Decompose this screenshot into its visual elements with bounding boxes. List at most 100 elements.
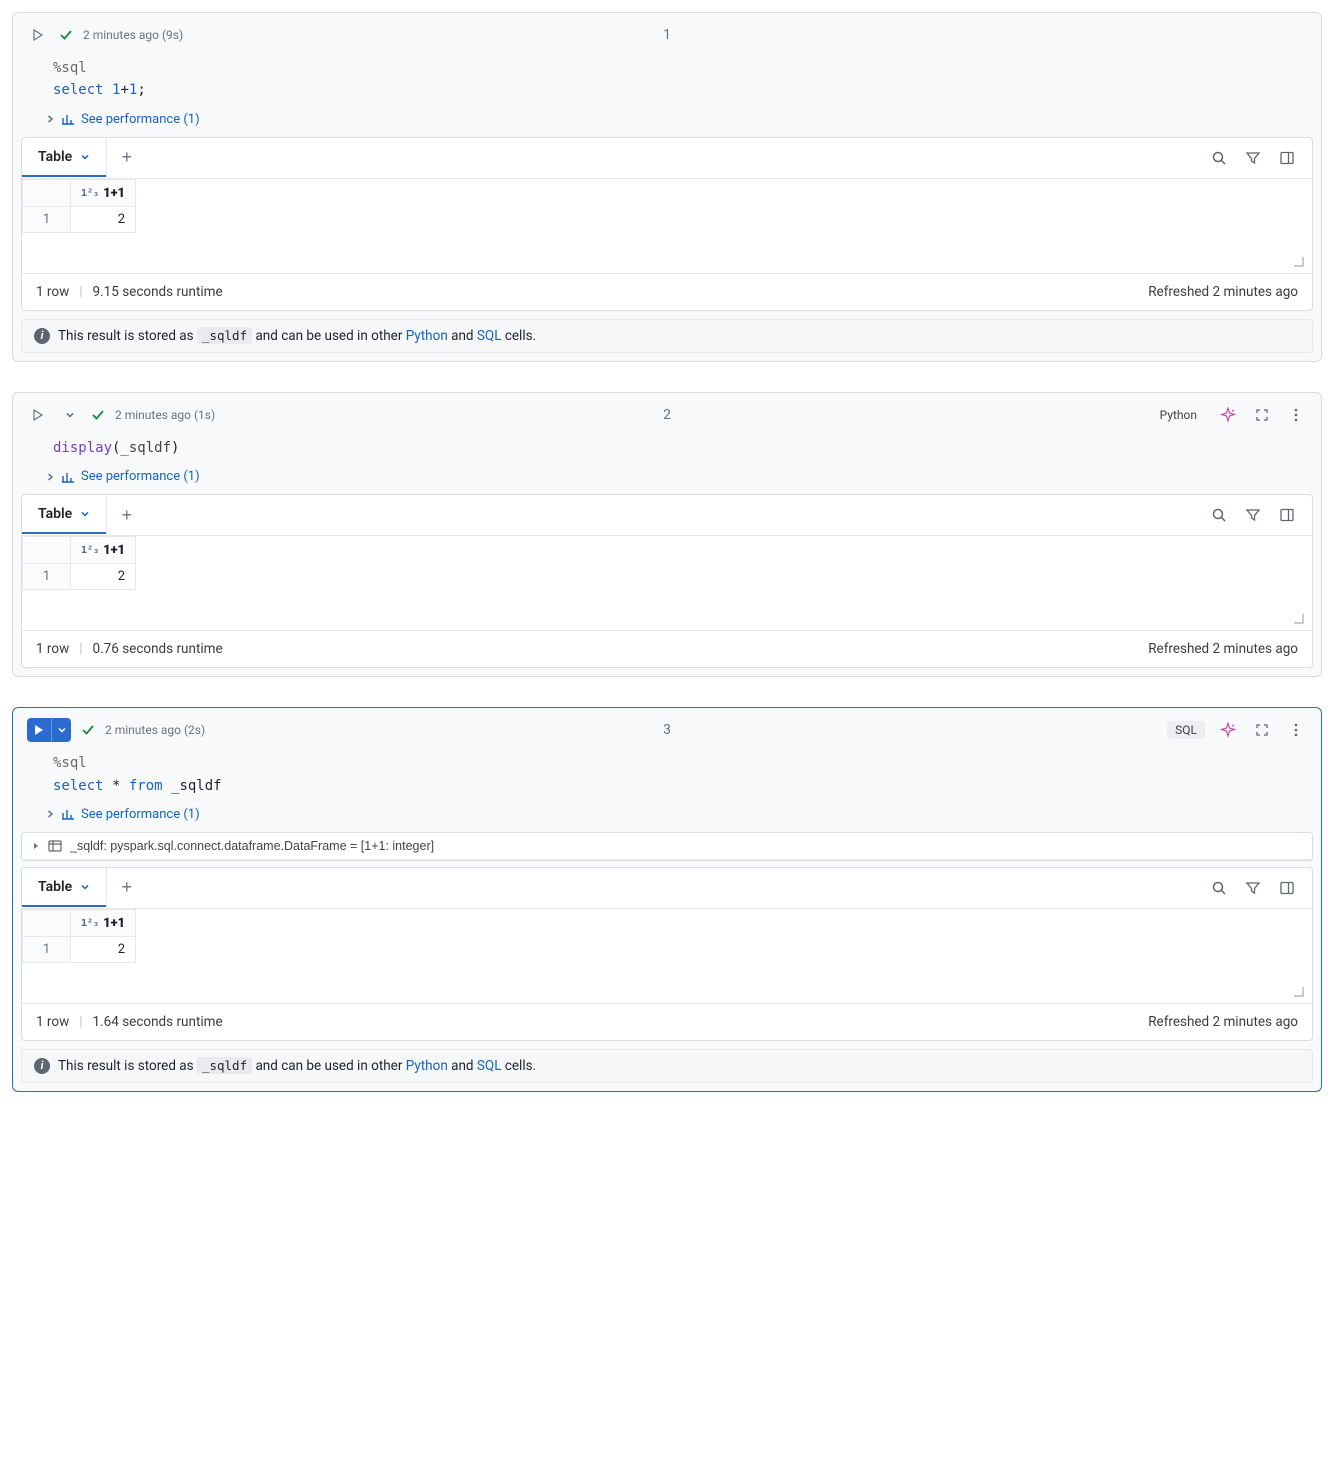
number-type-icon: 1²₃: [81, 188, 99, 199]
notebook-cell: 2 minutes ago (1s) 2 Python display(_sql…: [12, 392, 1322, 677]
panel-icon[interactable]: [1276, 504, 1298, 526]
cell-number: 2: [663, 407, 671, 423]
expand-icon[interactable]: [1251, 719, 1273, 741]
filter-icon[interactable]: [1242, 147, 1264, 169]
bar-chart-icon: [61, 112, 75, 126]
info-icon: i: [34, 328, 50, 344]
notebook-cell: 2 minutes ago (9s) 1 %sql select 1+1; Se…: [12, 12, 1322, 362]
row-index-header[interactable]: [23, 537, 71, 564]
column-header[interactable]: 1²₃ 1+1: [71, 537, 136, 564]
schema-text: _sqldf: pyspark.sql.connect.dataframe.Da…: [70, 839, 434, 853]
row-index-header[interactable]: [23, 179, 71, 206]
tab-chevron-down-icon[interactable]: [80, 509, 90, 519]
resize-handle-icon[interactable]: [1290, 253, 1304, 267]
assistant-sparkle-icon[interactable]: [1217, 719, 1239, 741]
run-button[interactable]: [27, 24, 49, 46]
row-count: 1 row: [36, 1014, 69, 1030]
runtime-label: 1.64 seconds runtime: [93, 1014, 223, 1030]
result-table: 1²₃ 1+1 1 2: [22, 909, 136, 963]
sql-link[interactable]: SQL: [477, 328, 502, 344]
more-icon[interactable]: [1285, 719, 1307, 741]
refreshed-label: Refreshed 2 minutes ago: [1148, 1014, 1298, 1030]
cell-timestamp: 2 minutes ago (1s): [115, 408, 215, 422]
table-tab[interactable]: Table: [22, 139, 106, 177]
status-check-icon: [91, 408, 105, 422]
table-row: 1 2: [23, 936, 136, 962]
cell-value[interactable]: 2: [71, 206, 136, 232]
bar-chart-icon: [61, 470, 75, 484]
table-row: 1 2: [23, 206, 136, 232]
filter-icon[interactable]: [1242, 504, 1264, 526]
add-tab-button[interactable]: +: [106, 138, 146, 178]
schema-expand-icon[interactable]: [32, 842, 40, 850]
run-button[interactable]: [27, 404, 49, 426]
cell-value[interactable]: 2: [71, 936, 136, 962]
expand-icon[interactable]: [1251, 404, 1273, 426]
row-index[interactable]: 1: [23, 564, 71, 590]
resize-handle-icon[interactable]: [1290, 983, 1304, 997]
language-badge[interactable]: Python: [1152, 406, 1205, 424]
resize-handle-icon[interactable]: [1290, 610, 1304, 624]
number-type-icon: 1²₃: [81, 918, 99, 929]
row-count: 1 row: [36, 641, 69, 657]
result-block: Table + 1²₃ 1+1 1: [21, 494, 1313, 668]
table-tab[interactable]: Table: [22, 869, 106, 907]
sql-link[interactable]: SQL: [477, 1058, 502, 1074]
code-editor[interactable]: display(_sqldf): [13, 433, 1321, 465]
add-tab-button[interactable]: +: [106, 495, 146, 535]
more-icon[interactable]: [1285, 404, 1307, 426]
see-performance-link[interactable]: See performance (1): [61, 469, 200, 484]
code-editor[interactable]: %sql select 1+1;: [13, 53, 1321, 108]
table-tab[interactable]: Table: [22, 496, 106, 534]
cell-timestamp: 2 minutes ago (2s): [105, 723, 205, 737]
see-performance-link[interactable]: See performance (1): [61, 807, 200, 822]
see-performance-link[interactable]: See performance (1): [61, 112, 200, 127]
info-icon: i: [34, 1058, 50, 1074]
runtime-label: 0.76 seconds runtime: [93, 641, 223, 657]
status-check-icon: [81, 723, 95, 737]
result-block: Table + 1²₃ 1+1 1: [21, 867, 1313, 1041]
language-badge[interactable]: SQL: [1167, 721, 1205, 739]
status-check-icon: [59, 28, 73, 42]
cell-number: 1: [663, 27, 671, 43]
panel-icon[interactable]: [1276, 877, 1298, 899]
filter-icon[interactable]: [1242, 877, 1264, 899]
add-tab-button[interactable]: +: [106, 868, 146, 908]
cell-timestamp: 2 minutes ago (9s): [83, 28, 183, 42]
perf-expand-icon[interactable]: [45, 472, 55, 482]
row-index[interactable]: 1: [23, 936, 71, 962]
perf-expand-icon[interactable]: [45, 114, 55, 124]
assistant-sparkle-icon[interactable]: [1217, 404, 1239, 426]
runtime-label: 9.15 seconds runtime: [93, 284, 223, 300]
result-table: 1²₃ 1+1 1 2: [22, 536, 136, 590]
row-index-header[interactable]: [23, 909, 71, 936]
python-link[interactable]: Python: [406, 1058, 448, 1074]
notebook-cell: 2 minutes ago (2s) 3 SQL %sql select * f…: [12, 707, 1322, 1092]
refreshed-label: Refreshed 2 minutes ago: [1148, 641, 1298, 657]
cell-chevron-down-icon[interactable]: [59, 404, 81, 426]
code-editor[interactable]: %sql select * from _sqldf: [13, 748, 1321, 803]
row-count: 1 row: [36, 284, 69, 300]
column-header[interactable]: 1²₃ 1+1: [71, 909, 136, 936]
tab-chevron-down-icon[interactable]: [80, 152, 90, 162]
row-index[interactable]: 1: [23, 206, 71, 232]
bar-chart-icon: [61, 807, 75, 821]
number-type-icon: 1²₃: [81, 545, 99, 556]
refreshed-label: Refreshed 2 minutes ago: [1148, 284, 1298, 300]
panel-icon[interactable]: [1276, 147, 1298, 169]
cell-value[interactable]: 2: [71, 564, 136, 590]
table-icon: [48, 840, 62, 852]
info-banner: i This result is stored as _sqldf and ca…: [21, 1049, 1313, 1083]
python-link[interactable]: Python: [406, 328, 448, 344]
table-row: 1 2: [23, 564, 136, 590]
tab-chevron-down-icon[interactable]: [80, 882, 90, 892]
column-header[interactable]: 1²₃ 1+1: [71, 179, 136, 206]
perf-expand-icon[interactable]: [45, 809, 55, 819]
cell-number: 3: [663, 722, 671, 738]
run-options-button[interactable]: [51, 718, 71, 742]
search-icon[interactable]: [1208, 877, 1230, 899]
search-icon[interactable]: [1208, 504, 1230, 526]
result-block: Table + 1²₃ 1+1 1: [21, 137, 1313, 311]
search-icon[interactable]: [1208, 147, 1230, 169]
run-button[interactable]: [27, 718, 51, 742]
